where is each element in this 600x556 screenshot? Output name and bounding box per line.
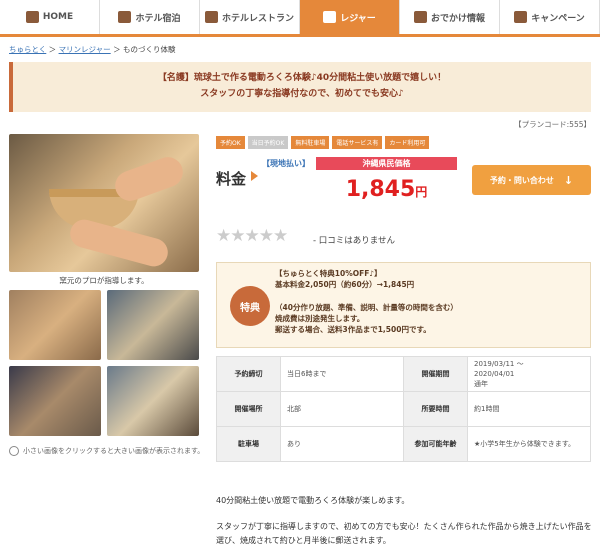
breadcrumb: ちゅらとく ＞ マリンレジャー ＞ ものづくり体験: [9, 44, 175, 55]
tag-reservation-ok: 予約OK: [216, 136, 245, 149]
rating-stars: ★★★★★: [216, 226, 288, 246]
info-value: 約1時間: [467, 391, 591, 427]
breadcrumb-sep: ＞: [48, 45, 57, 54]
info-value: 北部: [280, 391, 404, 427]
banner-line-2: スタッフの丁寧な指導付なので、初めてでも安心♪: [200, 89, 404, 99]
benefit-text: 【ちゅらとく特典10%OFF♪】 基本料金2,050円（約60分）→1,845円…: [275, 268, 458, 336]
price-value: 1,845: [345, 177, 416, 202]
arrow-down-icon: ↓: [563, 173, 574, 187]
zoom-note: 小さい画像をクリックすると大きい画像が表示されます。: [9, 446, 204, 456]
benefit-box: 特典 【ちゅらとく特典10%OFF♪】 基本料金2,050円（約60分）→1,8…: [216, 262, 591, 348]
info-header: 所要時間: [403, 391, 468, 427]
payment-method: 【現地払い】: [262, 159, 310, 168]
outing-icon: [413, 11, 427, 23]
nav-label: HOME: [42, 12, 74, 22]
photo-caption: 窯元のプロが指導します。: [59, 276, 149, 285]
plan-code: 【プランコード:555】: [514, 120, 591, 129]
plan-info-table: 予約締切 当日6時まで 開催期間 2019/03/11 ～ 2020/04/01…: [216, 356, 591, 462]
banner-line-1: 【名護】琉球土で作る電動ろくろ体験♪40分間粘土使い放題で嬉しい！: [157, 73, 447, 83]
breadcrumb-current: ものづくり体験: [122, 45, 176, 54]
info-header: 予約締切: [216, 356, 281, 392]
thumbnail-2[interactable]: [107, 290, 199, 360]
info-value: あり: [280, 426, 404, 462]
price-amount: 1,845円: [316, 177, 457, 202]
benefit-line: 焼成費は別途発生します。: [275, 314, 365, 324]
nav-restaurant[interactable]: ホテルレストラン: [200, 0, 300, 34]
nav-label: キャンペーン: [531, 13, 585, 24]
nav-outing[interactable]: おでかけ情報: [400, 0, 500, 34]
benefit-badge: 特典: [230, 286, 270, 326]
thumbnail-1[interactable]: [9, 290, 101, 360]
nav-label: ホテル宿泊: [135, 13, 181, 24]
info-header: 駐車場: [216, 426, 281, 462]
nav-leisure[interactable]: レジャー: [300, 0, 400, 34]
benefit-line: （40分作り放題、準備、説明、計量等の時間を含む）: [275, 302, 458, 312]
benefit-line: 郵送する場合、送料3作品まで1,500円です。: [275, 325, 431, 335]
nav-campaign[interactable]: キャンペーン: [500, 0, 600, 34]
thumbnail-4[interactable]: [107, 366, 199, 436]
plan-title-banner: 【名護】琉球土で作る電動ろくろ体験♪40分間粘土使い放題で嬉しい！ スタッフの丁…: [9, 62, 591, 112]
home-icon: [25, 11, 39, 23]
review-count: - 口コミはありません: [313, 236, 396, 246]
breadcrumb-sep: ＞: [113, 45, 121, 54]
resident-price-header: 沖縄県民価格: [316, 157, 457, 170]
benefit-line: [275, 291, 458, 302]
info-value: 2019/03/11 ～ 2020/04/01 通年: [467, 356, 591, 392]
nav-hotel[interactable]: ホテル宿泊: [100, 0, 200, 34]
info-header: 開催期間: [403, 356, 468, 392]
megaphone-icon: [514, 11, 528, 23]
nav-home[interactable]: HOME: [0, 0, 100, 34]
thumbnail-3[interactable]: [9, 366, 101, 436]
plan-description: 40分間粘土使い放題で電動ろくろ体験が楽しめます。 スタッフが丁寧に指導しますの…: [216, 494, 596, 548]
info-value: ★小学5年生から体験できます。: [467, 426, 591, 462]
breadcrumb-link-churatoku[interactable]: ちゅらとく: [9, 45, 46, 54]
benefit-line: 【ちゅらとく特典10%OFF♪】: [275, 269, 382, 278]
main-photo: [9, 134, 199, 272]
hand-shape: [67, 216, 171, 270]
nav-label: おでかけ情報: [430, 13, 485, 24]
info-value: 当日6時まで: [280, 356, 404, 392]
table-row: 予約締切 当日6時まで 開催期間 2019/03/11 ～ 2020/04/01…: [216, 356, 591, 392]
nav-label: レジャー: [340, 13, 376, 24]
feature-tags: 予約OK 当日予約OK 無料駐車場 電話サービス有 カード利用可: [216, 136, 430, 149]
hand-shape: [110, 152, 188, 206]
tag-phone-service: 電話サービス有: [332, 136, 383, 149]
breadcrumb-link-marine[interactable]: マリンレジャー: [59, 45, 111, 54]
benefit-line: 基本料金2,050円（約60分）→1,845円: [275, 280, 415, 290]
table-row: 駐車場 あり 参加可能年齢 ★小学5年生から体験できます。: [216, 426, 591, 462]
description-paragraph: スタッフが丁寧に指導しますので、初めての方でも安心！たくさん作られた作品から焼き…: [216, 522, 592, 545]
magnifier-icon: [9, 446, 19, 456]
reserve-inquiry-button[interactable]: 予約・問い合わせ ↓: [472, 165, 591, 195]
zoom-note-text: 小さい画像をクリックすると大きい画像が表示されます。: [23, 447, 205, 455]
table-row: 開催場所 北部 所要時間 約1時間: [216, 391, 591, 427]
triangle-right-icon: [251, 171, 258, 181]
description-paragraph: 40分間粘土使い放題で電動ろくろ体験が楽しめます。: [216, 496, 410, 505]
tag-free-parking: 無料駐車場: [291, 136, 330, 149]
restaurant-icon: [204, 11, 218, 23]
nav-label: ホテルレストラン: [221, 13, 294, 24]
anchor-icon: [323, 11, 337, 23]
hotel-icon: [118, 11, 132, 23]
tag-card-ok: カード利用可: [385, 136, 430, 149]
info-header: 開催場所: [216, 391, 281, 427]
reserve-inquiry-label: 予約・問い合わせ: [489, 175, 554, 185]
info-header: 参加可能年齢: [403, 426, 468, 462]
tag-same-day: 当日予約OK: [247, 136, 289, 149]
price-unit: 円: [415, 185, 428, 199]
top-nav: HOME ホテル宿泊 ホテルレストラン レジャー おでかけ情報 キャンペーン: [0, 0, 600, 37]
price-label: 料金: [216, 170, 247, 188]
